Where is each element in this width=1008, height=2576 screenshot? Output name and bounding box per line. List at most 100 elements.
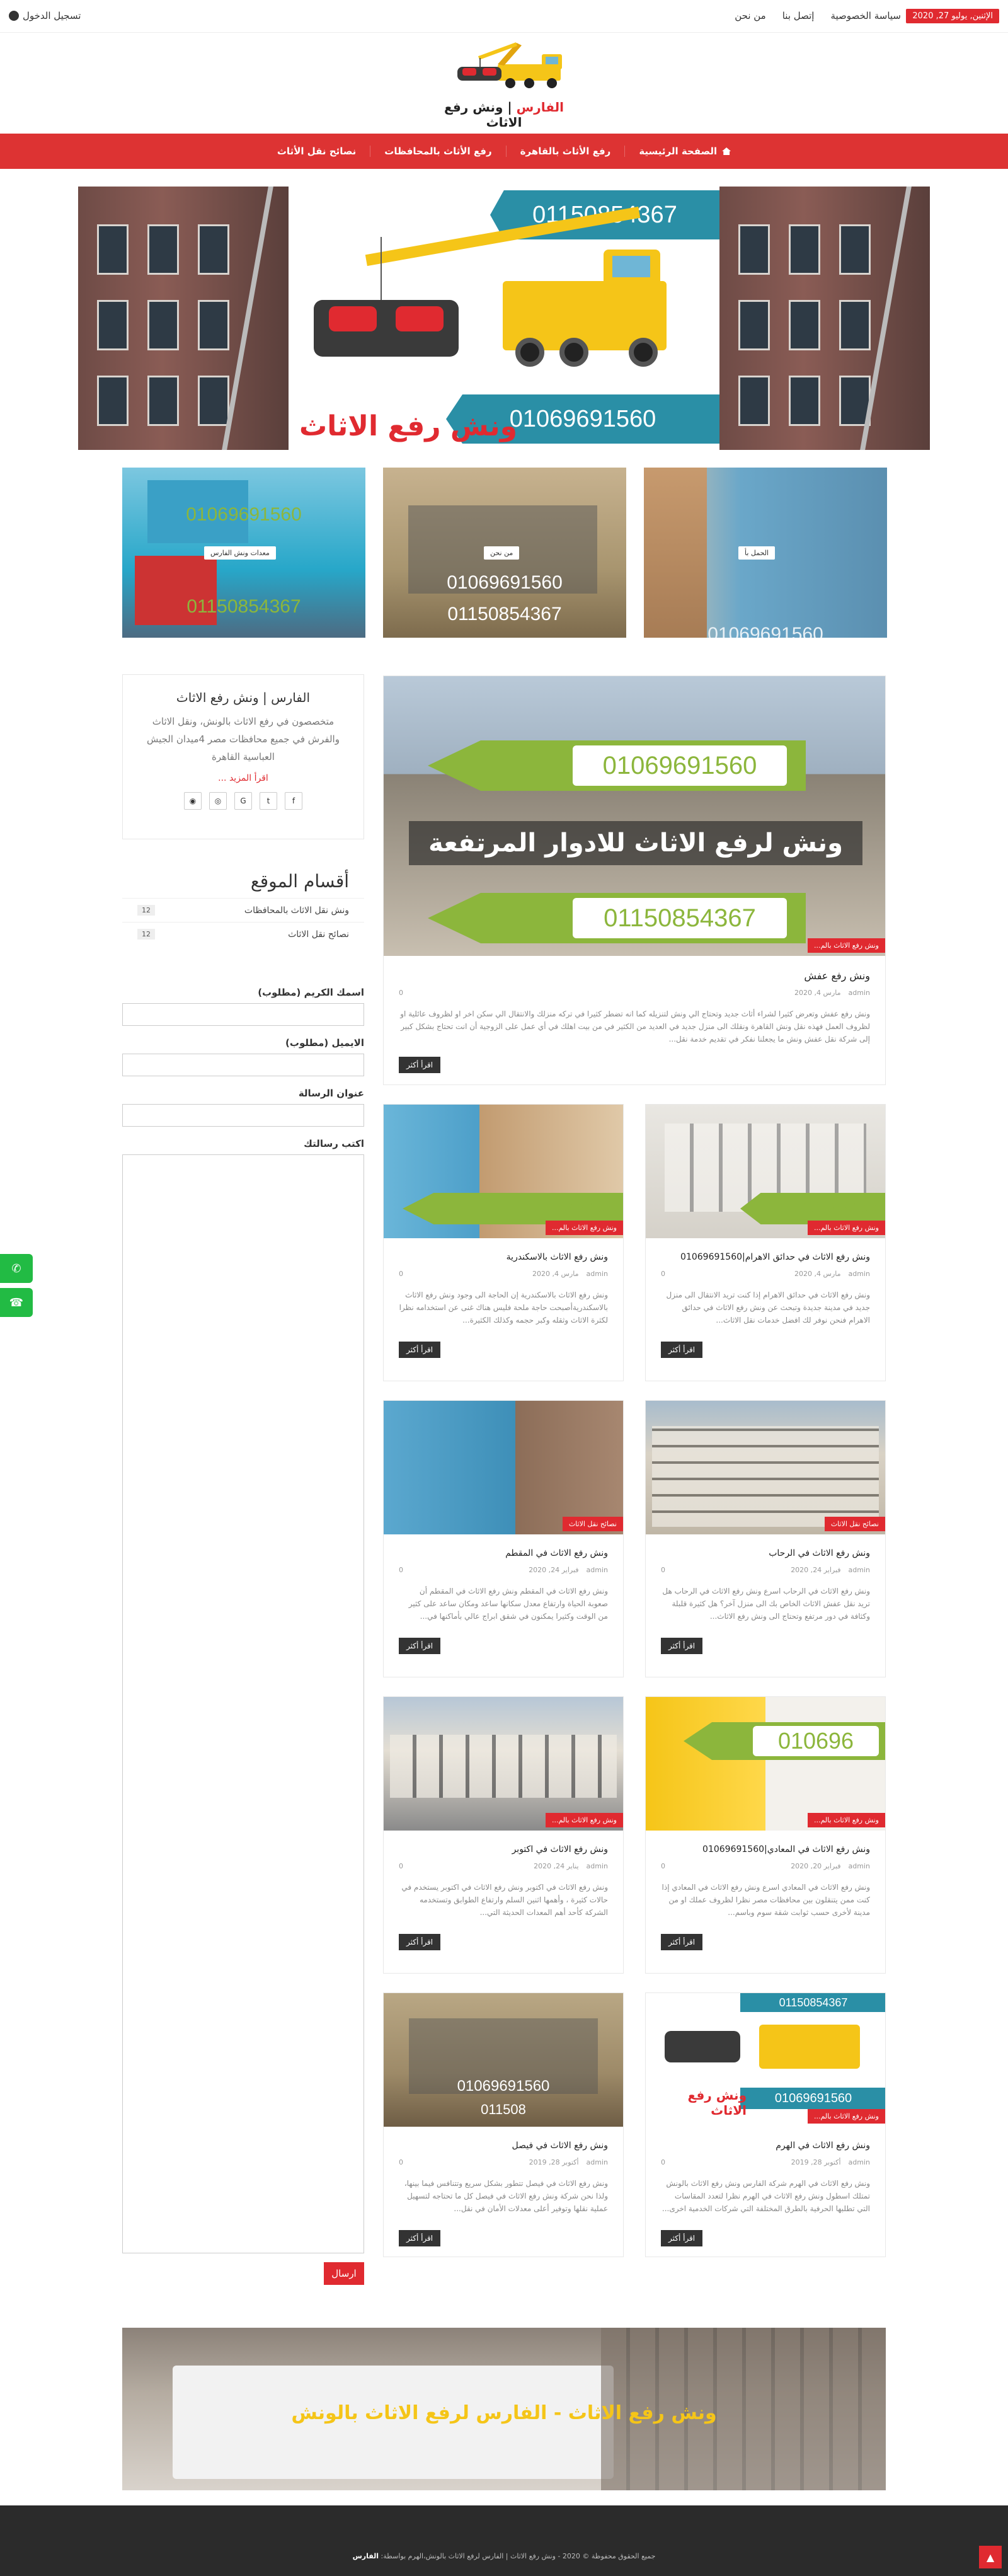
post-title[interactable]: ونش رفع الاثاث في المقطم	[399, 1548, 608, 1558]
post-category[interactable]: ونش رفع الاثاث بالم...	[808, 1221, 885, 1235]
post-card[interactable]: 01069691560 ونش رفع الاثاث بالم... ونش ر…	[645, 1104, 886, 1381]
read-more-button[interactable]: اقرأ أكثر	[661, 1638, 703, 1654]
whatsapp-button[interactable]: ✆	[0, 1254, 33, 1283]
user-icon	[9, 11, 19, 21]
read-more-button[interactable]: اقرأ أكثر	[399, 1342, 441, 1358]
post-author[interactable]: admin	[849, 2158, 870, 2166]
post-category[interactable]: نصائح نقل الاثاث	[824, 1517, 885, 1531]
post-card[interactable]: ونش رفع الاثاث بالم... ونش رفع الاثاث في…	[383, 1696, 624, 1974]
building-image-right	[719, 187, 930, 450]
post-comments[interactable]: 0	[661, 1270, 665, 1278]
about-title: الفارس | ونش رفع الاثاث	[176, 690, 311, 705]
facebook-icon[interactable]: f	[285, 792, 302, 810]
featured-read-more-button[interactable]: اقرأ أكثر	[399, 1057, 441, 1073]
thumb-card-1[interactable]: الحمل بأ 01069691560	[644, 468, 887, 638]
post-card[interactable]: نصائح نقل الاثاث ونش رفع الاثاث في المقط…	[383, 1400, 624, 1677]
post-card[interactable]: نصائح نقل الاثاث ونش رفع الاثاث في الرحا…	[645, 1400, 886, 1677]
thumb-card-2[interactable]: من نحن 01069691560 01150854367	[383, 468, 626, 638]
post-title[interactable]: ونش رفع الاثاث في حدائق الاهرام|01069691…	[661, 1252, 870, 1262]
about-link[interactable]: من نحن	[735, 10, 766, 21]
post-comments[interactable]: 0	[399, 1566, 403, 1574]
post-author[interactable]: admin	[587, 1862, 608, 1870]
post-card[interactable]: 01150854367 01069691560 ونش رفع الاثاث و…	[645, 1992, 886, 2257]
login-link[interactable]: تسجيل الدخول	[9, 10, 81, 21]
post-comments[interactable]: 0	[399, 2158, 403, 2166]
privacy-link[interactable]: سياسة الخصوصية	[830, 10, 901, 21]
bottom-banner[interactable]: ونش رفع الاثاث - الفارس لرفع الاثاث بالو…	[122, 2328, 886, 2490]
back-to-top-button[interactable]: ▲	[979, 2546, 1002, 2568]
message-field[interactable]	[122, 1154, 364, 2253]
read-more-button[interactable]: اقرأ أكثر	[661, 1342, 703, 1358]
nav-tips[interactable]: نصائح نقل الأثاث	[263, 146, 370, 157]
post-author[interactable]: admin	[587, 1270, 608, 1278]
post-comments[interactable]: 0	[399, 1270, 403, 1278]
message-label: اكتب رسالتك	[304, 1138, 364, 1149]
featured-post[interactable]: 01069691560 ونش لرفع الاثاث للادوار المر…	[383, 676, 886, 1085]
post-category[interactable]: ونش رفع الاثاث بالم...	[546, 1221, 623, 1235]
footer-brand[interactable]: الفارس	[353, 2552, 379, 2560]
subject-field[interactable]	[122, 1104, 364, 1127]
categories-widget: أقسام الموقع ونش نقل الاثاث بالمحافظات 1…	[122, 857, 364, 962]
site-logo[interactable]: الفارس | ونش رفع الاثاث	[435, 39, 573, 130]
post-category[interactable]: ونش رفع الاثاث بالم...	[808, 1813, 885, 1827]
post-category[interactable]: ونش رفع الاثاث بالم...	[546, 1813, 623, 1827]
email-field[interactable]	[122, 1054, 364, 1076]
post-comments[interactable]: 0	[399, 989, 403, 997]
post-category[interactable]: ونش رفع الاثاث بالم...	[808, 2109, 885, 2124]
pinterest-icon[interactable]: ◉	[184, 792, 202, 810]
post-category[interactable]: نصائح نقل الاثاث	[562, 1517, 623, 1531]
featured-category[interactable]: ونش رفع الاثاث بالم...	[808, 938, 885, 953]
nav-home[interactable]: الصفحة الرئيسية	[624, 146, 745, 157]
post-image-logo-text: ونش رفع الاثاث	[687, 2088, 747, 2118]
post-comments[interactable]: 0	[399, 1862, 403, 1870]
post-author[interactable]: admin	[587, 2158, 608, 2166]
social-links: f t G ◎ ◉	[123, 792, 364, 810]
post-title[interactable]: ونش رفع الاثاث في فيصل	[399, 2141, 608, 2151]
read-more-button[interactable]: اقرأ أكثر	[661, 2230, 703, 2246]
hero-banner[interactable]: 01150854367 01069691560 ونش رفع الاثاث	[78, 187, 930, 450]
instagram-icon[interactable]: ◎	[209, 792, 227, 810]
thumb-card-3[interactable]: معدات ونش الفارس 01069691560 01150854367	[122, 468, 365, 638]
post-comments[interactable]: 0	[661, 2158, 665, 2166]
post-comments[interactable]: 0	[661, 1566, 665, 1574]
post-author[interactable]: admin	[849, 1270, 870, 1278]
post-comments[interactable]: 0	[661, 1862, 665, 1870]
post-card[interactable]: 010696 ونش رفع الاثاث بالم... ونش رفع ال…	[645, 1696, 886, 1974]
post-author[interactable]: admin	[849, 1566, 870, 1574]
read-more-button[interactable]: اقرأ أكثر	[399, 2230, 441, 2246]
post-author[interactable]: admin	[849, 1862, 870, 1870]
post-title[interactable]: ونش رفع الاثاث في المعادي|01069691560	[661, 1844, 870, 1854]
send-button[interactable]: ارسال	[324, 2262, 364, 2285]
read-more-button[interactable]: اقرأ أكثر	[399, 1638, 441, 1654]
category-item[interactable]: نصائح نقل الاثاث 12	[122, 922, 364, 946]
post-image-phone: 01069691560	[794, 1199, 885, 1216]
post-title[interactable]: ونش رفع الاثاث في الرحاب	[661, 1548, 870, 1558]
nav-governorates[interactable]: رفع الأثاث بالمحافظات	[370, 146, 505, 157]
call-button[interactable]: ☎	[0, 1288, 33, 1317]
whatsapp-icon: ✆	[11, 1262, 21, 1275]
post-card[interactable]: 01069691560 ونش رفع الاثاث بالم... ونش ر…	[383, 1104, 624, 1381]
read-more-button[interactable]: اقرأ أكثر	[661, 1934, 703, 1950]
post-title[interactable]: ونش رفع الاثاث في اكتوبر	[399, 1844, 608, 1854]
post-date: فبراير 24, 2020	[791, 1566, 841, 1574]
footer-text: جميع الحقوق محفوظة © 2020 - ونش رفع الاث…	[379, 2552, 656, 2560]
nav-cairo[interactable]: رفع الأثاث بالقاهرة	[505, 146, 625, 157]
post-title[interactable]: ونش رفع الاثاث بالاسكندرية	[399, 1252, 608, 1262]
featured-title[interactable]: ونش رفع عفش	[399, 970, 870, 982]
about-read-more[interactable]: اقرأ المزيد ...	[123, 773, 364, 783]
contact-link[interactable]: إتصل بنا	[782, 10, 815, 21]
name-label: اسمك الكريم (مطلوب)	[258, 987, 364, 998]
thumb-tag-1: الحمل بأ	[738, 546, 776, 560]
post-author[interactable]: admin	[587, 1566, 608, 1574]
post-excerpt: ونش رفع الاثاث في حدائق الاهرام إذا كنت …	[666, 1291, 870, 1325]
building-image-left	[78, 187, 289, 450]
google-icon[interactable]: G	[234, 792, 252, 810]
post-author[interactable]: admin	[849, 989, 870, 997]
subject-label: عنوان الرسالة	[298, 1088, 364, 1099]
twitter-icon[interactable]: t	[260, 792, 277, 810]
post-card[interactable]: 01069691560 011508 ونش رفع الاثاث في فيص…	[383, 1992, 624, 2257]
name-field[interactable]	[122, 1003, 364, 1026]
post-title[interactable]: ونش رفع الاثاث في الهرم	[661, 2141, 870, 2151]
category-item[interactable]: ونش نقل الاثاث بالمحافظات 12	[122, 898, 364, 922]
read-more-button[interactable]: اقرأ أكثر	[399, 1934, 441, 1950]
